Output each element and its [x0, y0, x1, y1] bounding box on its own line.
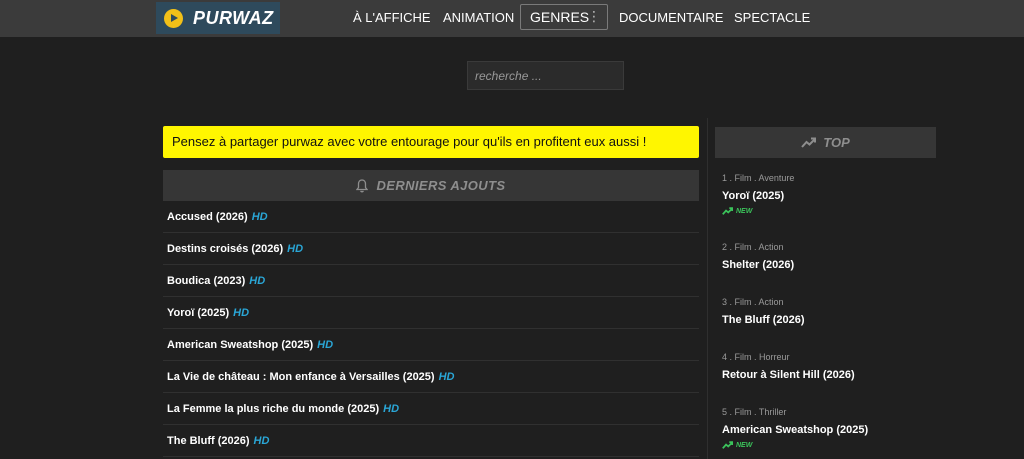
movie-title: American Sweatshop (2025) — [167, 339, 314, 351]
hd-badge: HD — [249, 275, 266, 287]
site-logo-text: PURWAZ — [193, 7, 274, 28]
bell-icon — [356, 178, 369, 192]
movie-title: The Bluff (2026) — [167, 435, 250, 447]
latest-additions-list: Accused (2026) HD Destins croisés (2026) H… — [163, 201, 699, 457]
new-label: NEW — [736, 441, 753, 449]
movie-title: Destins croisés (2026) — [167, 243, 284, 255]
hd-badge: HD — [317, 339, 334, 351]
top-entry[interactable]: 2 . Film . Action Shelter (2026) — [722, 242, 794, 271]
more-vertical-icon: ⋮ — [587, 8, 601, 24]
trending-up-icon — [801, 137, 817, 148]
hd-badge: HD — [233, 307, 250, 319]
list-item[interactable]: Boudica (2023) HD — [163, 265, 699, 297]
play-icon — [164, 8, 183, 28]
top-entry[interactable]: 3 . Film . Action The Bluff (2026) — [722, 297, 805, 326]
latest-additions-header: DERNIERS AJOUTS — [163, 170, 699, 201]
hd-badge: HD — [253, 435, 270, 447]
latest-additions-title: DERNIERS AJOUTS — [376, 178, 506, 193]
nav-link-documentaire[interactable]: DOCUMENTAIRE — [619, 0, 723, 37]
movie-title: Yoroï (2025) — [167, 307, 230, 319]
top-entry-meta: 4 . Film . Horreur — [722, 352, 790, 362]
top-panel-header: TOP — [715, 127, 936, 158]
column-divider — [707, 118, 708, 459]
new-label: NEW — [736, 207, 753, 215]
genres-dropdown-button[interactable]: GENRES ⋮ — [520, 4, 608, 30]
hd-badge: HD — [251, 211, 268, 223]
list-item[interactable]: American Sweatshop (2025) HD — [163, 329, 699, 361]
top-entry-meta: 3 . Film . Action — [722, 297, 784, 307]
top-entry-meta: 1 . Film . Aventure — [722, 173, 795, 183]
hd-badge: HD — [287, 243, 304, 255]
trending-up-icon — [722, 441, 733, 449]
top-entry-meta: 2 . Film . Action — [722, 242, 784, 252]
nav-link-animation[interactable]: ANIMATION — [443, 0, 514, 37]
list-item[interactable]: La Femme la plus riche du monde (2025) HD — [163, 393, 699, 425]
top-navigation-bar: PURWAZ À L'AFFICHE ANIMATION GENRES ⋮ DO… — [0, 0, 1024, 37]
search-input[interactable] — [467, 61, 624, 90]
new-badge: NEW — [722, 207, 794, 215]
list-item[interactable]: Destins croisés (2026) HD — [163, 233, 699, 265]
new-badge: NEW — [722, 441, 868, 449]
top-panel-title: TOP — [823, 135, 850, 150]
movie-title: La Vie de château : Mon enfance à Versai… — [167, 371, 435, 383]
movie-title: Accused (2026) — [167, 211, 248, 223]
list-item[interactable]: The Bluff (2026) HD — [163, 425, 699, 457]
hd-badge: HD — [383, 403, 400, 415]
top-entry[interactable]: 4 . Film . Horreur Retour à Silent Hill … — [722, 352, 855, 381]
top-entry-title: American Sweatshop (2025) — [722, 424, 869, 436]
movie-title: Boudica (2023) — [167, 275, 246, 287]
hd-badge: HD — [438, 371, 455, 383]
top-entry-meta: 5 . Film . Thriller — [722, 407, 787, 417]
list-item[interactable]: La Vie de château : Mon enfance à Versai… — [163, 361, 699, 393]
nav-link-spectacle[interactable]: SPECTACLE — [734, 0, 810, 37]
top-entry-title: Yoroï (2025) — [722, 190, 785, 202]
list-item[interactable]: Accused (2026) HD — [163, 201, 699, 233]
top-entry-title: Shelter (2026) — [722, 259, 795, 271]
top-entry[interactable]: 1 . Film . Aventure Yoroï (2025) NEW — [722, 173, 794, 215]
trending-up-icon — [722, 207, 733, 215]
top-entry-title: Retour à Silent Hill (2026) — [722, 369, 855, 381]
share-banner: Pensez à partager purwaz avec votre ento… — [163, 126, 699, 158]
list-item[interactable]: Yoroï (2025) HD — [163, 297, 699, 329]
site-logo[interactable]: PURWAZ — [156, 2, 280, 34]
nav-link-a-l-affiche[interactable]: À L'AFFICHE — [353, 0, 431, 37]
movie-title: La Femme la plus riche du monde (2025) — [167, 403, 380, 415]
genres-label: GENRES — [530, 9, 590, 25]
top-entry-title: The Bluff (2026) — [722, 314, 805, 326]
top-entry[interactable]: 5 . Film . Thriller American Sweatshop (… — [722, 407, 868, 449]
